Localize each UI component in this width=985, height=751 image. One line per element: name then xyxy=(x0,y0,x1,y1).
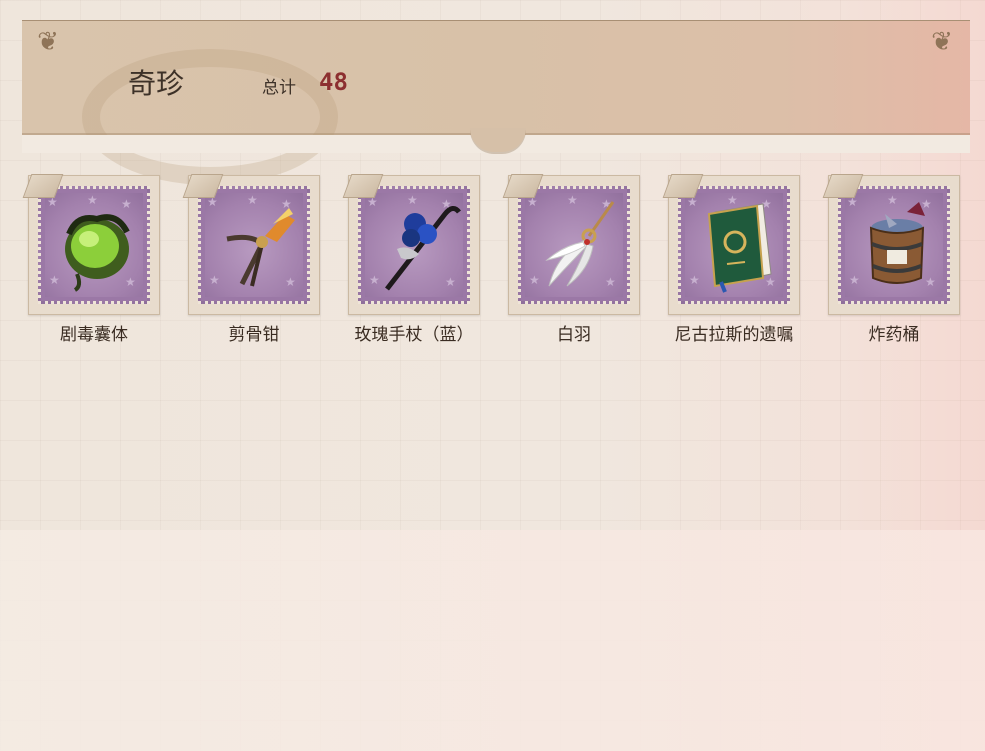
item-frame: ★ ★ ★ ★ ★ xyxy=(822,174,960,315)
item-frame: ★ ★ ★ ★ ★ xyxy=(662,174,800,315)
item-card[interactable]: ★ ★ ★ ★ ★ 尼古拉斯的遗嘱 xyxy=(662,174,800,350)
item-card[interactable]: ★ ★ ★ ★ ★ 剧毒囊体 xyxy=(22,174,160,350)
white-feather-icon xyxy=(545,201,615,287)
corner-ornament-icon: ❦ xyxy=(931,27,953,57)
item-card[interactable]: ★ ★ ★ ★ ★ 白羽 xyxy=(502,174,640,350)
item-frame: ★ ★ ★ ★ ★ xyxy=(182,174,320,315)
item-frame: ★ ★ ★ ★ ★ xyxy=(502,174,640,315)
item-name: 炸药桶 xyxy=(868,325,920,345)
background-band xyxy=(0,530,985,751)
header-swirl-ornament xyxy=(82,49,338,185)
item-name: 玫瑰手杖（蓝） xyxy=(354,325,474,345)
will-book-icon xyxy=(707,203,772,293)
item-name: 尼古拉斯的遗嘱 xyxy=(674,325,794,345)
item-card[interactable]: ★ ★ ★ ★ ★ 剪骨钳 xyxy=(182,174,320,350)
item-frame: ★ ★ ★ ★ ★ xyxy=(342,174,480,315)
item-card[interactable]: ★ ★ ★ ★ ★ 玫瑰手杖（蓝） xyxy=(342,174,480,350)
rose-cane-icon xyxy=(385,206,461,291)
powder-barrel-icon xyxy=(869,202,925,284)
item-name: 剪骨钳 xyxy=(228,325,280,345)
corner-ornament-icon: ❦ xyxy=(37,27,59,57)
total-count: 48 xyxy=(319,68,348,96)
item-card[interactable]: ★ ★ ★ ★ ★ 炸药桶 xyxy=(822,174,960,350)
item-frame: ★ ★ ★ ★ ★ xyxy=(22,174,160,315)
section-title: 奇珍 xyxy=(128,67,185,100)
item-name: 剧毒囊体 xyxy=(60,325,128,345)
bone-clipper-icon xyxy=(226,208,295,287)
total-label: 总计 xyxy=(262,78,296,98)
poison-sac-icon xyxy=(65,214,130,292)
item-name: 白羽 xyxy=(557,325,591,345)
